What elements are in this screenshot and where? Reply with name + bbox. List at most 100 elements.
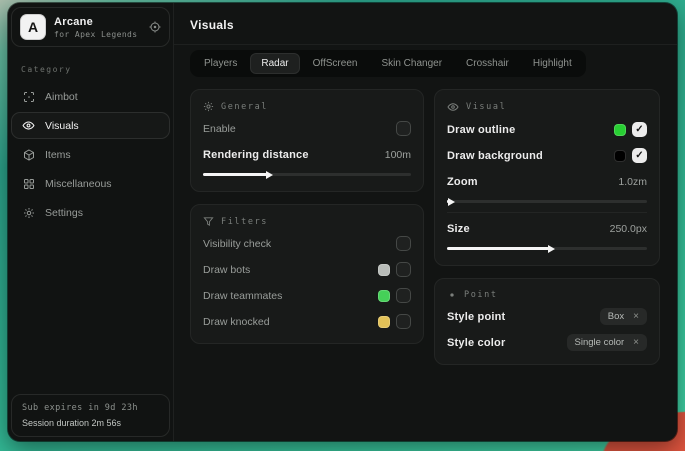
draw-bots-label: Draw bots bbox=[203, 264, 250, 276]
panel-title: Point bbox=[464, 290, 498, 300]
sidebar-item-items[interactable]: Items bbox=[11, 141, 170, 168]
clear-icon[interactable]: × bbox=[633, 311, 639, 322]
point-panel-header: Point bbox=[447, 290, 647, 300]
style-color-row: Style color Single color × bbox=[447, 332, 647, 353]
brand-text: Arcane for Apex Legends bbox=[54, 16, 141, 39]
style-point-label: Style point bbox=[447, 311, 505, 323]
rendering-distance-slider[interactable] bbox=[203, 173, 411, 176]
gear-icon bbox=[203, 101, 214, 112]
main-header: Visuals bbox=[174, 3, 677, 45]
enable-label: Enable bbox=[203, 123, 236, 135]
zoom-value: 1.0zm bbox=[618, 176, 647, 188]
clear-icon[interactable]: × bbox=[633, 337, 639, 348]
zoom-slider[interactable] bbox=[447, 200, 647, 203]
style-color-label: Style color bbox=[447, 337, 505, 349]
panel-title: Visual bbox=[466, 102, 506, 112]
app-window: A Arcane for Apex Legends Category bbox=[8, 3, 677, 441]
zoom-label: Zoom bbox=[447, 176, 478, 188]
style-color-value: Single color bbox=[575, 337, 625, 348]
sidebar-item-label: Items bbox=[45, 149, 71, 161]
sub-expires-text: Sub expires in 9d 23h bbox=[22, 403, 159, 413]
package-icon bbox=[22, 149, 35, 161]
draw-background-controls bbox=[614, 148, 647, 163]
tab-bar: Players Radar OffScreen Skin Changer Cro… bbox=[190, 50, 586, 77]
sidebar-item-settings[interactable]: Settings bbox=[11, 199, 170, 226]
size-slider[interactable] bbox=[447, 247, 647, 250]
filters-panel: Filters Visibility check Draw bots bbox=[190, 204, 424, 344]
sidebar-nav: Aimbot Visuals Items bbox=[11, 83, 170, 226]
draw-background-label: Draw background bbox=[447, 150, 543, 162]
draw-knocked-row: Draw knocked bbox=[203, 311, 411, 332]
tab-crosshair[interactable]: Crosshair bbox=[455, 53, 520, 74]
rendering-distance-row: Rendering distance 100m bbox=[203, 144, 411, 165]
sidebar-item-miscellaneous[interactable]: Miscellaneous bbox=[11, 170, 170, 197]
filters-panel-header: Filters bbox=[203, 216, 411, 227]
enable-checkbox[interactable] bbox=[396, 121, 411, 136]
eye-icon bbox=[447, 101, 459, 113]
left-column: General Enable Rendering distance 100m bbox=[190, 89, 424, 344]
general-panel-header: General bbox=[203, 101, 411, 112]
app-title: Arcane bbox=[54, 16, 141, 28]
panel-title: Filters bbox=[221, 217, 268, 227]
tab-skin-changer[interactable]: Skin Changer bbox=[370, 53, 453, 74]
visual-panel-header: Visual bbox=[447, 101, 647, 113]
panel-title: General bbox=[221, 102, 268, 112]
tab-radar[interactable]: Radar bbox=[250, 53, 299, 74]
header-badge-icon[interactable] bbox=[149, 21, 161, 33]
divider bbox=[447, 212, 647, 213]
tab-players[interactable]: Players bbox=[193, 53, 248, 74]
size-value: 250.0px bbox=[610, 223, 647, 235]
tab-offscreen[interactable]: OffScreen bbox=[302, 53, 369, 74]
draw-bots-color-swatch[interactable] bbox=[378, 264, 390, 276]
sidebar-item-label: Settings bbox=[45, 207, 83, 219]
draw-background-color-swatch[interactable] bbox=[614, 150, 626, 162]
draw-knocked-color-swatch[interactable] bbox=[378, 316, 390, 328]
sidebar-item-visuals[interactable]: Visuals bbox=[11, 112, 170, 139]
style-color-select[interactable]: Single color × bbox=[567, 334, 647, 351]
funnel-icon bbox=[203, 216, 214, 227]
draw-knocked-label: Draw knocked bbox=[203, 316, 270, 328]
visibility-check-label: Visibility check bbox=[203, 238, 271, 250]
draw-teammates-label: Draw teammates bbox=[203, 290, 282, 302]
visibility-check-checkbox[interactable] bbox=[396, 236, 411, 251]
draw-background-checkbox[interactable] bbox=[632, 148, 647, 163]
sidebar-item-label: Miscellaneous bbox=[45, 178, 112, 190]
draw-outline-checkbox[interactable] bbox=[632, 122, 647, 137]
draw-teammates-color-swatch[interactable] bbox=[378, 290, 390, 302]
draw-outline-controls bbox=[614, 122, 647, 137]
page-title: Visuals bbox=[190, 18, 661, 32]
general-panel: General Enable Rendering distance 100m bbox=[190, 89, 424, 192]
visibility-check-row: Visibility check bbox=[203, 233, 411, 254]
draw-bots-checkbox[interactable] bbox=[396, 262, 411, 277]
draw-bots-controls bbox=[378, 262, 411, 277]
style-point-value: Box bbox=[608, 311, 624, 322]
app-logo: A bbox=[20, 14, 46, 40]
rendering-distance-label: Rendering distance bbox=[203, 149, 309, 161]
sidebar-item-label: Aimbot bbox=[45, 91, 78, 103]
draw-outline-row: Draw outline bbox=[447, 119, 647, 140]
tab-highlight[interactable]: Highlight bbox=[522, 53, 583, 74]
draw-background-row: Draw background bbox=[447, 145, 647, 166]
grid-icon bbox=[22, 178, 35, 190]
style-point-row: Style point Box × bbox=[447, 306, 647, 327]
eye-icon bbox=[22, 119, 35, 132]
sidebar-item-aimbot[interactable]: Aimbot bbox=[11, 83, 170, 110]
subscription-info: Sub expires in 9d 23h Session duration 2… bbox=[11, 394, 170, 437]
main-area: Visuals Players Radar OffScreen Skin Cha… bbox=[174, 3, 677, 441]
draw-teammates-checkbox[interactable] bbox=[396, 288, 411, 303]
gear-icon bbox=[22, 207, 35, 219]
draw-outline-color-swatch[interactable] bbox=[614, 124, 626, 136]
slider-fill bbox=[447, 247, 549, 250]
rendering-distance-value: 100m bbox=[385, 149, 411, 161]
crosshair-icon bbox=[22, 91, 35, 103]
brand-card: A Arcane for Apex Legends bbox=[11, 7, 170, 47]
draw-knocked-checkbox[interactable] bbox=[396, 314, 411, 329]
sidebar: A Arcane for Apex Legends Category bbox=[8, 3, 174, 441]
session-duration-text: Session duration 2m 56s bbox=[22, 418, 159, 428]
size-row: Size 250.0px bbox=[447, 218, 647, 239]
app-subtitle: for Apex Legends bbox=[54, 30, 141, 39]
style-point-select[interactable]: Box × bbox=[600, 308, 647, 325]
sidebar-item-label: Visuals bbox=[45, 120, 79, 132]
enable-row: Enable bbox=[203, 118, 411, 139]
slider-fill bbox=[203, 173, 267, 176]
